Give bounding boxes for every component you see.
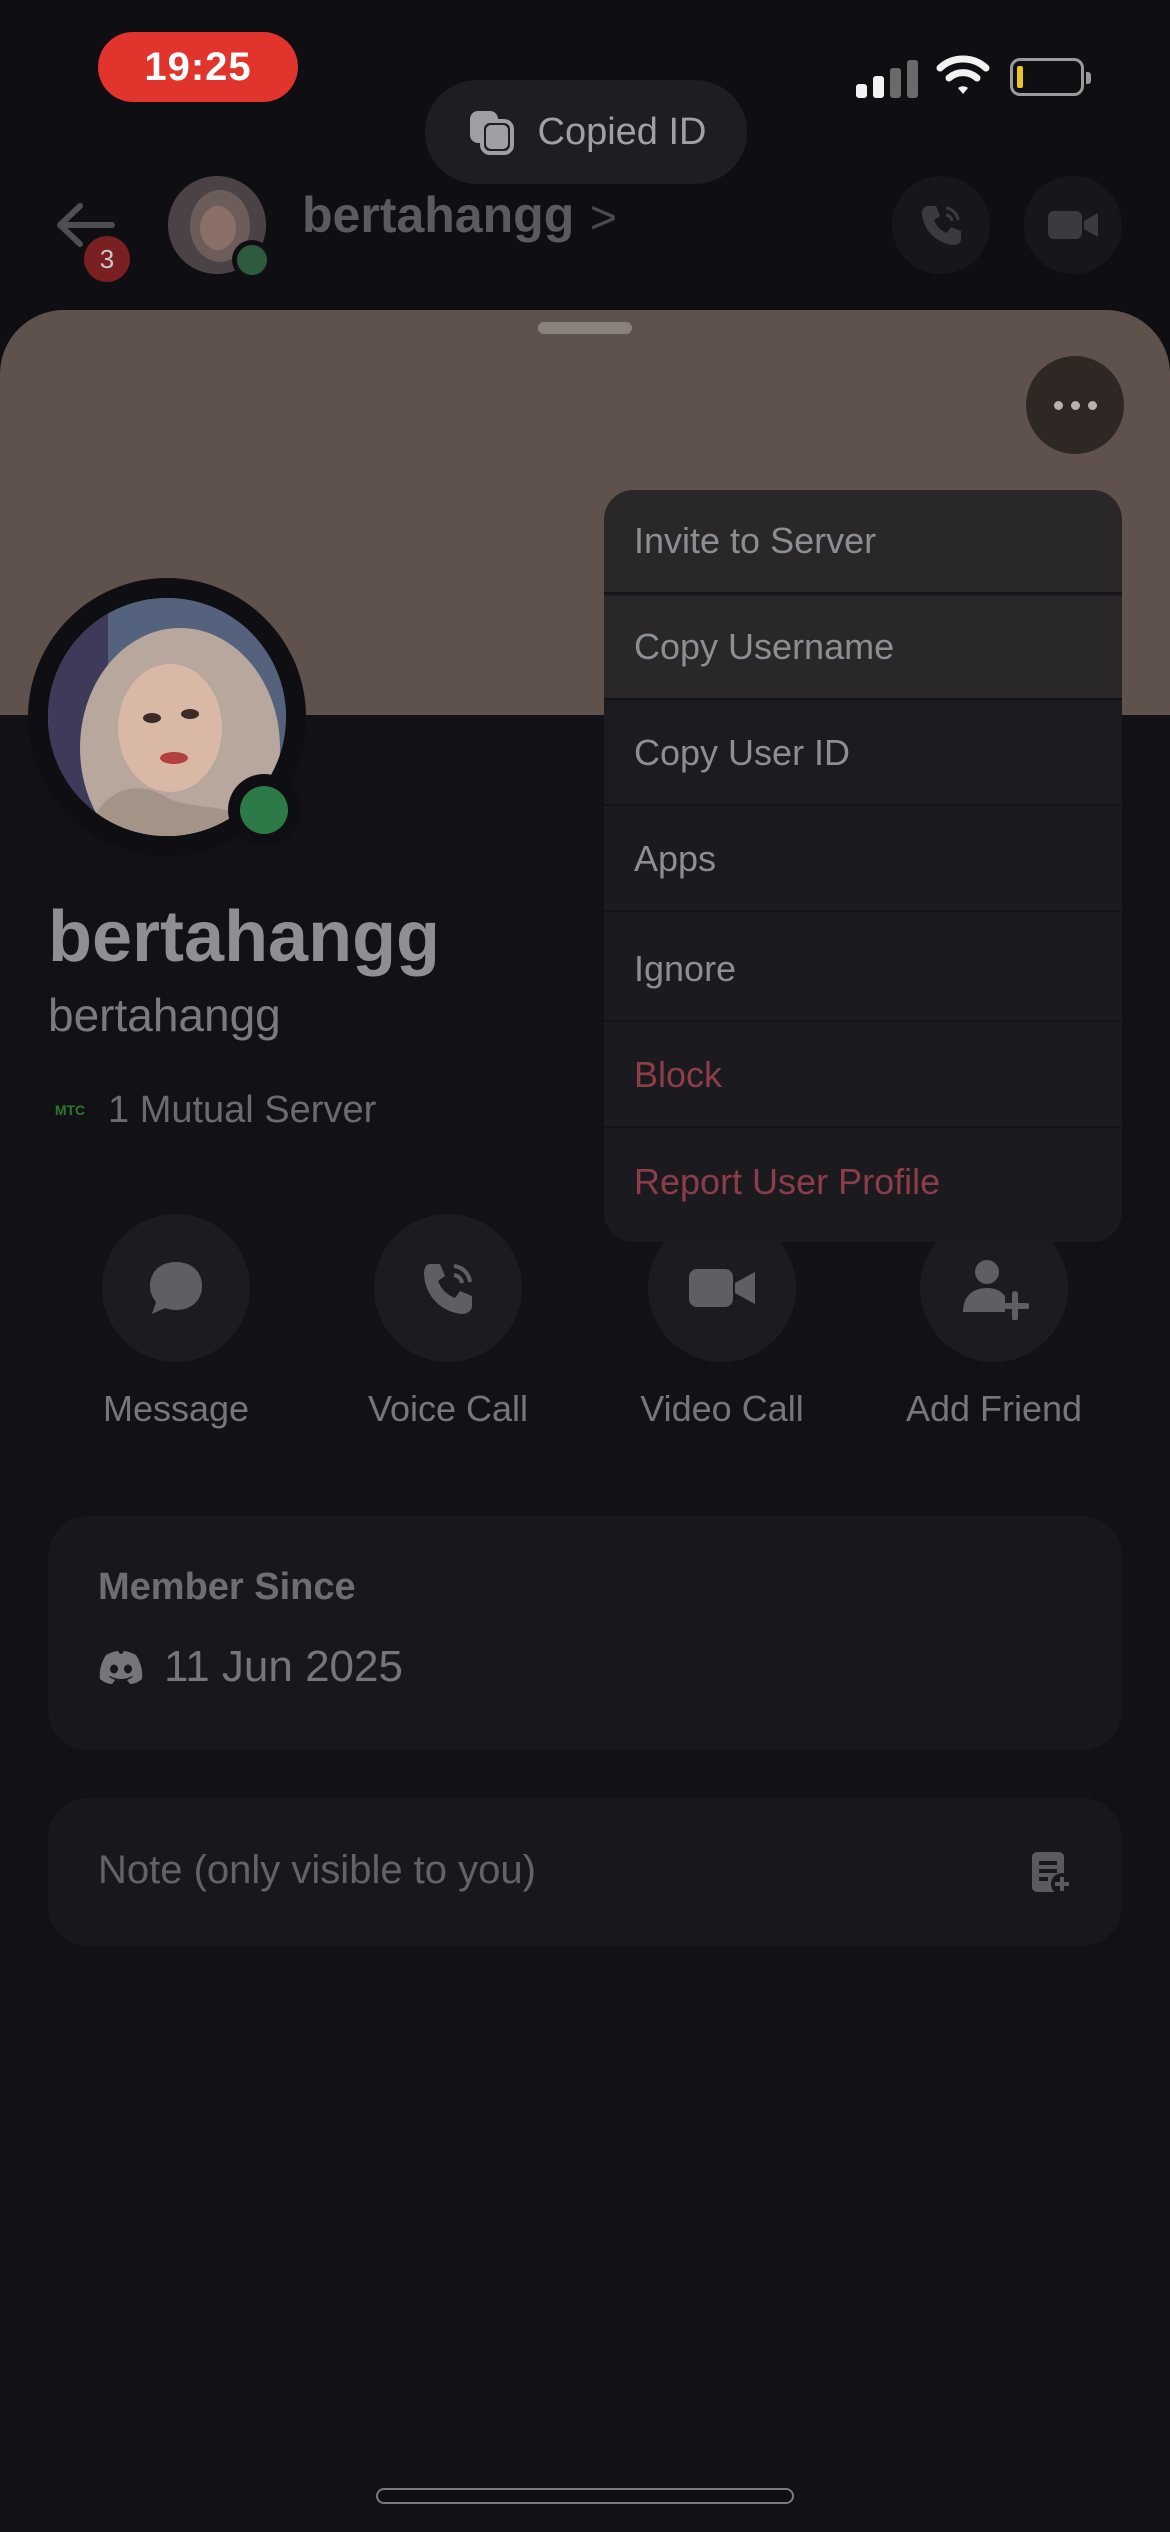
- menu-invite-to-server[interactable]: Invite to Server: [604, 490, 1122, 594]
- message-button[interactable]: [102, 1214, 250, 1362]
- more-options-button[interactable]: [1026, 356, 1124, 454]
- message-label: Message: [102, 1388, 250, 1429]
- member-since-card: [48, 1516, 1122, 1750]
- server-icon: MTC: [48, 1088, 92, 1132]
- menu-apps[interactable]: Apps: [604, 808, 1122, 912]
- video-call-action[interactable]: Video Call: [602, 1214, 842, 1430]
- display-name: bertahangg: [48, 897, 441, 977]
- toast-label: Copied ID: [537, 110, 707, 153]
- member-since-date: 11 Jun 2025: [98, 1642, 403, 1692]
- note-add-icon[interactable]: [1028, 1850, 1074, 1896]
- phone-call-icon: [922, 206, 961, 245]
- menu-copy-username[interactable]: Copy Username: [604, 596, 1122, 700]
- header-username[interactable]: bertahangg: [302, 186, 574, 244]
- copied-toast: Copied ID: [425, 80, 747, 184]
- status-indicator: [232, 240, 272, 280]
- mutual-servers-label: 1 Mutual Server: [108, 1088, 377, 1131]
- message-action[interactable]: Message: [56, 1214, 296, 1430]
- menu-copy-user-id[interactable]: Copy User ID: [604, 702, 1122, 806]
- menu-ignore[interactable]: Ignore: [604, 918, 1122, 1022]
- chevron-right-icon: >: [590, 191, 617, 243]
- copy-icon: [469, 111, 514, 155]
- voice-call-label: Voice Call: [367, 1388, 529, 1429]
- member-since-title: Member Since: [98, 1566, 356, 1608]
- video-call-label: Video Call: [640, 1388, 804, 1429]
- status-time: 19:25: [98, 32, 298, 102]
- video-camera-icon: [1048, 211, 1098, 239]
- mutual-servers[interactable]: MTC 1 Mutual Server: [48, 1088, 376, 1132]
- video-camera-icon: [689, 1269, 755, 1307]
- username: bertahangg: [48, 989, 281, 1041]
- phone-call-icon: [424, 1264, 472, 1314]
- discord-icon: [99, 1651, 143, 1684]
- unread-badge: 3: [84, 236, 130, 282]
- member-since-value: 11 Jun 2025: [164, 1642, 403, 1691]
- voice-call-action[interactable]: Voice Call: [328, 1214, 568, 1430]
- voice-call-action-button[interactable]: [374, 1214, 522, 1362]
- chat-bubble-icon: [150, 1262, 202, 1314]
- menu-block[interactable]: Block: [604, 1024, 1122, 1128]
- cellular-signal-icon: [856, 58, 918, 98]
- sheet-drag-handle[interactable]: [538, 322, 632, 334]
- video-call-button[interactable]: [1024, 176, 1122, 274]
- add-person-icon: [963, 1260, 1029, 1320]
- menu-report-user-profile[interactable]: Report User Profile: [604, 1130, 1122, 1234]
- profile-context-menu: Invite to Server Copy Username Copy User…: [604, 490, 1122, 1242]
- note-placeholder[interactable]: Note (only visible to you): [98, 1848, 536, 1893]
- add-friend-action[interactable]: Add Friend: [874, 1214, 1114, 1430]
- online-status-indicator: [228, 774, 300, 846]
- wifi-icon: [936, 55, 990, 94]
- home-indicator[interactable]: [376, 2488, 794, 2504]
- battery-icon: [1010, 58, 1091, 96]
- voice-call-button[interactable]: [892, 176, 990, 274]
- add-friend-label: Add Friend: [905, 1388, 1083, 1429]
